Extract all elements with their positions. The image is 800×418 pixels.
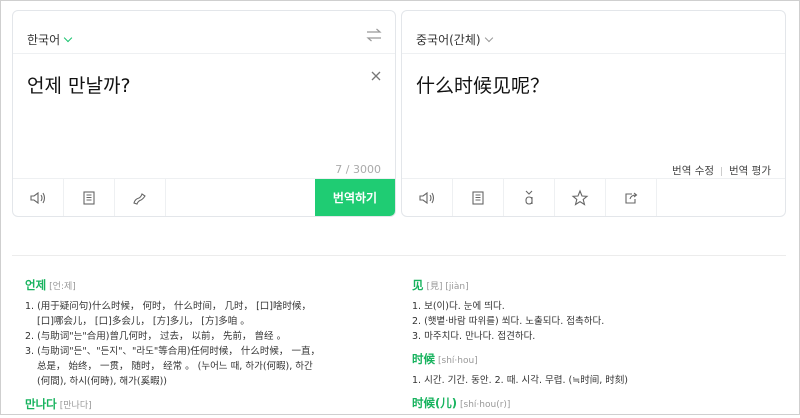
source-toolbar: 번역하기: [13, 178, 395, 216]
dictionary-entry: 时候 [shí·hou] 1. 시간. 기간. 동안. 2. 때. 시각. 무렵.…: [412, 352, 772, 388]
share-icon[interactable]: [606, 179, 656, 216]
book-icon[interactable]: [453, 179, 503, 216]
chevron-down-icon: [63, 33, 73, 43]
definition: 2. (햇볕·바람 따위를) 쐬다. 노출되다. 접촉하다.: [412, 316, 605, 327]
target-language-label: 중국어(간체): [416, 33, 481, 47]
chevron-down-icon: [484, 33, 493, 43]
target-language-select[interactable]: 중국어(간체): [416, 31, 493, 48]
dictionary-entry: 언제 [언:제] 1. (用于疑问句)什么时候， 何时， 什么时间， 几时， [口…: [25, 278, 325, 389]
star-icon[interactable]: [555, 179, 605, 216]
pinyin-icon[interactable]: [504, 179, 554, 216]
dictionary-left: 언제 [언:제] 1. (用于疑问句)什么时候， 何时， 什么时间， 几时， [口…: [25, 278, 325, 418]
link-divider: [721, 166, 723, 176]
source-language-select[interactable]: 한국어: [27, 31, 73, 48]
toolbar-divider: [165, 179, 166, 216]
dictionary-entry: 时候(儿) [shí·hou(r)]: [412, 396, 772, 413]
swap-languages-icon[interactable]: [365, 26, 383, 44]
book-icon[interactable]: [64, 179, 114, 216]
pronunciation: [언:제]: [49, 282, 76, 292]
source-panel: 한국어 언제 만날까? 7 / 3000 번역하기: [12, 10, 396, 217]
pen-icon[interactable]: [115, 179, 165, 216]
definition: 2. (与助词"는"合用)曾几何时， 过去， 以前， 先前， 曾经 。: [25, 331, 287, 342]
dictionary-right: 见 [見] [jiàn] 1. 보(이)다. 눈에 띄다. 2. (햇볕·바람 따…: [412, 278, 772, 417]
section-divider: [12, 255, 786, 256]
panel-divider: [402, 53, 785, 54]
pronunciation: [見] [jiàn]: [426, 282, 469, 292]
headword-link[interactable]: 见: [412, 278, 424, 292]
translate-button[interactable]: 번역하기: [315, 179, 395, 216]
source-language-label: 한국어: [27, 33, 61, 47]
headword-link[interactable]: 언제: [25, 278, 46, 292]
target-panel: 중국어(간체) 什么时候见呢？ 번역 수정 번역 평가: [401, 10, 786, 217]
edit-translation-link[interactable]: 번역 수정: [672, 165, 714, 177]
definition: 3. 마주치다. 만나다. 접견하다.: [412, 331, 536, 342]
source-text-input[interactable]: 언제 만날까?: [27, 71, 131, 98]
headword-link[interactable]: 时候(儿): [412, 396, 457, 410]
definition: 1. 보(이)다. 눈에 띄다.: [412, 301, 505, 312]
speaker-icon[interactable]: [402, 179, 452, 216]
translation-actions: 번역 수정 번역 평가: [672, 163, 771, 178]
speaker-icon[interactable]: [13, 179, 63, 216]
definition: 3. (与助词"든"、"든지"、"라도"等合用)任何时候， 什么时候， 一直， …: [25, 346, 320, 387]
panel-divider: [13, 53, 395, 54]
clear-icon[interactable]: [369, 69, 383, 83]
headword-link[interactable]: 만나다: [25, 397, 57, 411]
headword-link[interactable]: 时候: [412, 352, 435, 366]
pronunciation: [만나다]: [59, 401, 92, 411]
translation-result: 什么时候见呢？: [416, 75, 550, 97]
target-toolbar: [402, 178, 785, 216]
character-count: 7 / 3000: [335, 163, 381, 176]
dictionary-entry: 만나다 [만나다]: [25, 397, 325, 414]
dictionary-entry: 见 [見] [jiàn] 1. 보(이)다. 눈에 띄다. 2. (햇볕·바람 따…: [412, 278, 772, 344]
pronunciation: [shí·hou(r)]: [460, 400, 511, 410]
definition: 1. 시간. 기간. 동안. 2. 때. 시각. 무렵. (≒时间, 时刻): [412, 375, 628, 386]
pronunciation: [shí·hou]: [438, 356, 478, 366]
definition: 1. (用于疑问句)什么时候， 何时， 什么时间， 几时， [口]啥时候， [口…: [25, 301, 311, 327]
toolbar-divider: [656, 179, 657, 216]
rate-translation-link[interactable]: 번역 평가: [729, 165, 771, 177]
